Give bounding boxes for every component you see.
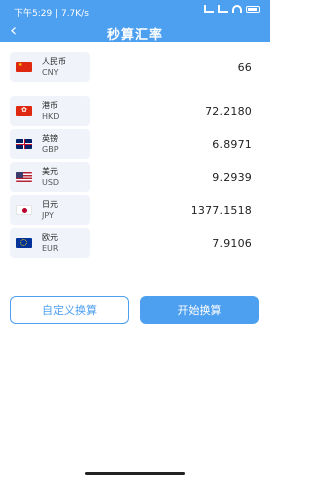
currency-name: 日元 — [42, 200, 58, 209]
rate-row-eur[interactable]: 欧元 EUR 7.9106 — [10, 228, 260, 258]
signal-icon — [204, 5, 214, 13]
china-flag-icon: ★ — [16, 62, 32, 72]
currency-name: 欧元 — [42, 233, 58, 242]
custom-convert-button[interactable]: 自定义换算 — [10, 296, 129, 324]
rate-value: 1377.1518 — [190, 203, 252, 217]
currency-name: 英镑 — [42, 134, 58, 143]
currency-cell-jpy[interactable]: 日元 JPY — [10, 195, 90, 225]
wifi-icon — [232, 5, 242, 13]
rate-value: 72.2180 — [205, 104, 252, 118]
navbar: ‹ 秒算汇率 — [0, 22, 270, 44]
currency-code: HKD — [42, 112, 60, 121]
uk-flag-icon — [16, 139, 32, 149]
currency-code: CNY — [42, 68, 59, 77]
currency-name: 人民币 — [42, 57, 66, 66]
japan-flag-icon — [16, 205, 32, 215]
status-bar: 下午5:29 | 7.7K/s — [0, 0, 270, 22]
signal-icon-2 — [218, 5, 228, 13]
currency-name: 港币 — [42, 101, 58, 110]
page-title: 秒算汇率 — [106, 28, 163, 43]
rate-row-usd[interactable]: 美元 USD 9.2939 — [10, 162, 260, 192]
battery-icon — [246, 5, 260, 13]
currency-cell-usd[interactable]: 美元 USD — [10, 162, 90, 192]
rate-row-hkd[interactable]: ✿ 港币 HKD 72.2180 — [10, 96, 260, 126]
currency-cell-gbp[interactable]: 英镑 GBP — [10, 129, 90, 159]
rate-value: 7.9106 — [212, 236, 252, 250]
currency-code: EUR — [42, 244, 59, 253]
currency-name: 美元 — [42, 167, 58, 176]
start-convert-button[interactable]: 开始换算 — [140, 296, 259, 324]
usa-flag-icon — [16, 172, 32, 182]
currency-cell-eur[interactable]: 欧元 EUR — [10, 228, 90, 258]
status-icons — [204, 5, 260, 13]
currency-code: GBP — [42, 145, 59, 154]
rate-row-gbp[interactable]: 英镑 GBP 6.8971 — [10, 129, 260, 159]
currency-code: JPY — [42, 211, 54, 220]
currency-cell-cny[interactable]: ★ 人民币 CNY — [10, 52, 90, 82]
status-time: 下午5:29 | 7.7K/s — [14, 9, 89, 19]
base-currency-row[interactable]: ★ 人民币 CNY 66 — [10, 52, 260, 82]
eu-flag-icon — [16, 238, 32, 248]
rate-value: 6.8971 — [212, 137, 252, 151]
currency-cell-hkd[interactable]: ✿ 港币 HKD — [10, 96, 90, 126]
home-indicator[interactable] — [85, 472, 185, 475]
currency-code: USD — [42, 178, 60, 187]
hongkong-flag-icon: ✿ — [16, 106, 32, 116]
app-header: 下午5:29 | 7.7K/s ‹ 秒算汇率 — [0, 0, 270, 44]
amount-input[interactable]: 66 — [238, 61, 252, 74]
rate-value: 9.2939 — [212, 170, 252, 184]
rate-row-jpy[interactable]: 日元 JPY 1377.1518 — [10, 195, 260, 225]
